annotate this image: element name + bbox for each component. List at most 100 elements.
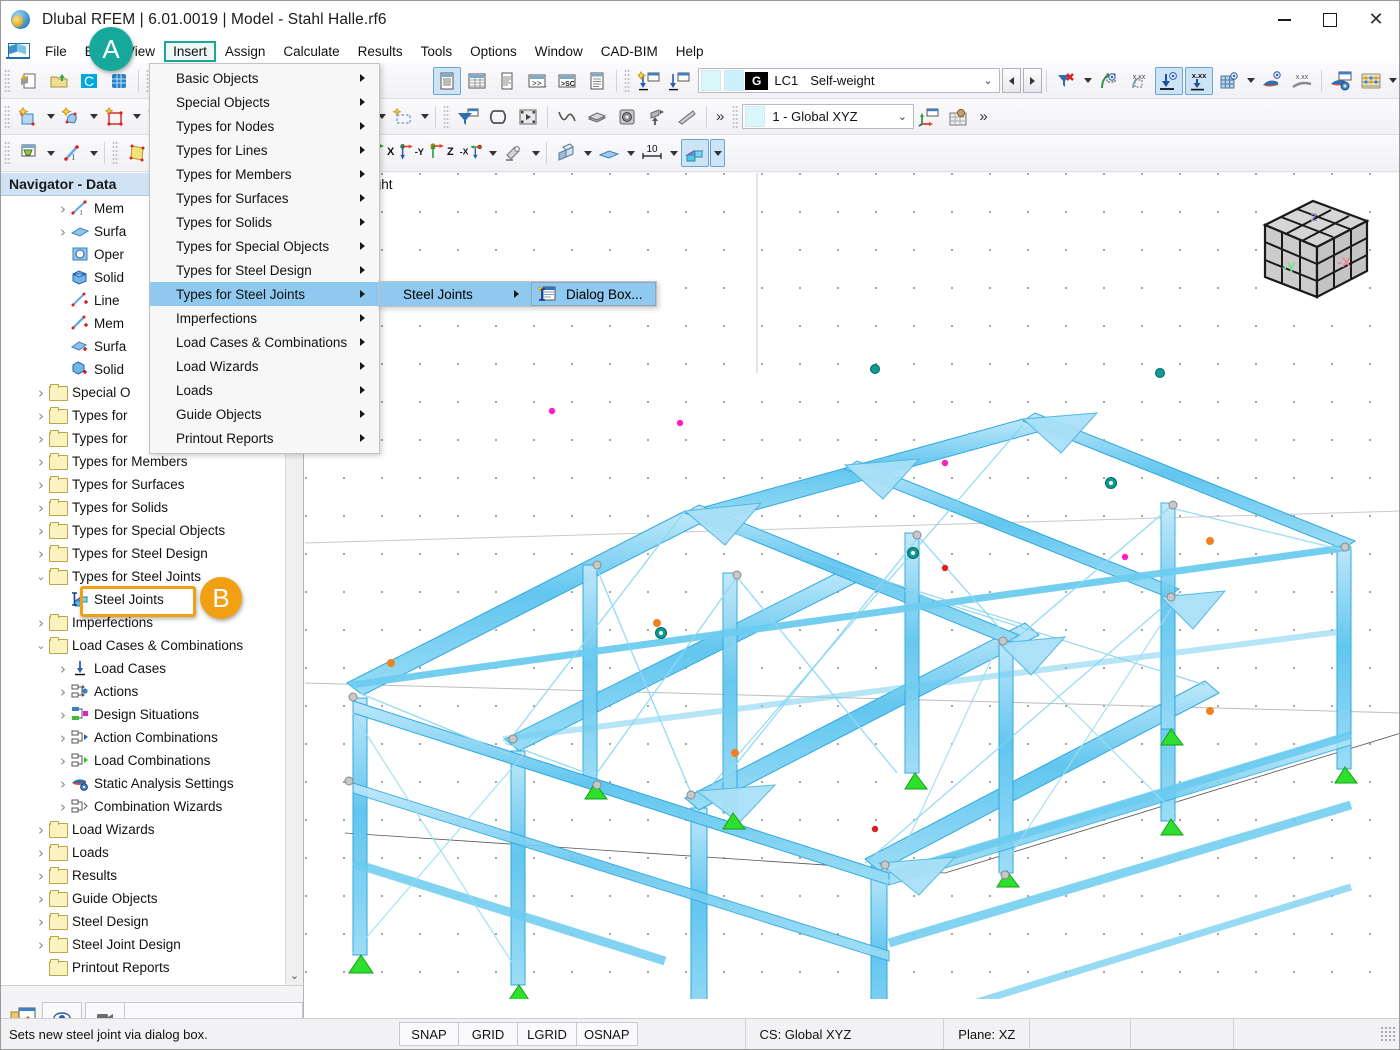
tree-expand-icon[interactable]: › (33, 476, 49, 494)
insert-menu-item-loads[interactable]: Loads (150, 378, 379, 402)
show-result-values-button[interactable]: x.xx (1288, 67, 1316, 95)
show-loads-button[interactable] (1155, 66, 1183, 95)
status-toggle-grid[interactable]: GRID (458, 1022, 518, 1046)
toolbar-overflow-chevron-2[interactable]: » (974, 108, 992, 125)
tree-expand-icon[interactable]: › (55, 223, 71, 241)
tree-item-actions[interactable]: › Actions (1, 680, 286, 703)
tree-expand-icon[interactable]: › (33, 499, 49, 517)
new-surface-button[interactable] (15, 103, 43, 131)
insert-menu-item-basic-objects[interactable]: Basic Objects (150, 66, 379, 90)
tree-item-action-combinations[interactable]: › Action Combinations (1, 726, 286, 749)
toolbar-grip-8[interactable] (112, 141, 119, 165)
result-curve-button[interactable] (553, 103, 581, 131)
cs-axes-button[interactable] (915, 103, 943, 131)
new-load-case-button[interactable] (635, 67, 663, 95)
tree-expand-icon[interactable]: › (33, 614, 49, 632)
tree-expand-icon[interactable]: › (55, 683, 71, 701)
tree-expand-icon[interactable]: › (33, 936, 49, 954)
tree-expand-icon[interactable]: › (33, 407, 49, 425)
tree-item-load-wizards[interactable]: › Load Wizards (1, 818, 286, 841)
tree-item-load-combinations[interactable]: › Load Combinations (1, 749, 286, 772)
load-case-prev-button[interactable] (1002, 68, 1021, 93)
tree-item-steel-joint-design[interactable]: › Steel Joint Design (1, 933, 286, 956)
insert-menu-item-load-wizards[interactable]: Load Wizards (150, 354, 379, 378)
insert-menu-item-types-for-steel-design[interactable]: Types for Steel Design (150, 258, 379, 282)
report-list-button[interactable] (493, 67, 521, 95)
tree-item-printout-reports[interactable]: Printout Reports (1, 956, 286, 979)
toolbar-grip-7[interactable] (4, 141, 11, 165)
open-model-button[interactable] (45, 67, 73, 95)
cloud-storage-button[interactable]: C (75, 67, 103, 95)
tree-item-types-for-solids[interactable]: › Types for Solids (1, 496, 286, 519)
filter-objects-button[interactable] (454, 103, 482, 131)
toolbar-overflow-chevron[interactable]: » (711, 108, 729, 125)
zoom-tool-button[interactable] (500, 139, 528, 167)
insert-dropdown-menu[interactable]: Basic Objects Special Objects Types for No… (149, 63, 380, 454)
view-in-z-button[interactable]: Z (427, 139, 455, 167)
view-direction-dropdown[interactable] (486, 140, 499, 166)
maximize-button[interactable] (1307, 1, 1353, 39)
resize-grip[interactable] (1380, 1026, 1396, 1042)
menu-insert[interactable]: Insert (164, 40, 216, 62)
calculation-diagram-button[interactable] (1357, 67, 1385, 95)
tree-expand-icon[interactable]: › (33, 522, 49, 540)
insert-menu-item-types-for-members[interactable]: Types for Members (150, 162, 379, 186)
tree-expand-icon[interactable]: › (55, 798, 71, 816)
submenu-item-dialog-box[interactable]: Dialog Box... (531, 282, 656, 306)
new-solid-button[interactable] (58, 103, 86, 131)
show-deformation-button[interactable] (1095, 67, 1123, 95)
display-model-dropdown[interactable] (581, 140, 594, 166)
filter-delete-button[interactable] (1052, 67, 1080, 95)
zoom-tool-dropdown[interactable] (529, 140, 542, 166)
view-in-minus-x-button[interactable]: -X (457, 139, 485, 167)
insert-menu-item-types-for-surfaces[interactable]: Types for Surfaces (150, 186, 379, 210)
display-model-button[interactable] (552, 139, 580, 167)
tree-item-types-for-steel-design[interactable]: › Types for Steel Design (1, 542, 286, 565)
dimension-10-button[interactable]: 10 (638, 139, 666, 167)
new-solid-dropdown[interactable] (87, 104, 100, 130)
status-toggle-lgrid[interactable]: LGRID (517, 1022, 577, 1046)
menu-cad-bim[interactable]: CAD-BIM (592, 41, 667, 62)
toolbar-grip-3[interactable] (624, 68, 631, 93)
menu-assign[interactable]: Assign (216, 41, 275, 62)
coordinate-system-combo[interactable]: 1 - Global XYZ ⌄ (742, 104, 915, 129)
new-selection-dropdown[interactable] (418, 104, 431, 130)
display-plane-dropdown[interactable] (624, 140, 637, 166)
load-case-chevron-down-icon[interactable]: ⌄ (977, 74, 999, 87)
result-settings-button[interactable] (1327, 67, 1355, 95)
new-line-load-button[interactable]: I (58, 139, 86, 167)
script-console-button[interactable]: >SC (553, 67, 581, 95)
tree-item-combination-wizards[interactable]: › Combination Wizards (1, 795, 286, 818)
status-toggle-osnap[interactable]: OSNAP (576, 1022, 638, 1046)
slab-view-button[interactable] (583, 103, 611, 131)
calculation-diagram-dropdown[interactable] (1386, 68, 1399, 94)
tree-expand-icon[interactable]: › (33, 384, 49, 402)
tree-expand-icon[interactable]: › (55, 660, 71, 678)
menu-options[interactable]: Options (461, 41, 526, 62)
insert-menu-item-imperfections[interactable]: Imperfections (150, 306, 379, 330)
tree-expand-icon[interactable]: › (33, 545, 49, 563)
new-surface-dropdown[interactable] (44, 104, 57, 130)
new-selection-button[interactable] (389, 103, 417, 131)
tree-item-types-for-special-objects[interactable]: › Types for Special Objects (1, 519, 286, 542)
toolbar-grip-4[interactable] (4, 104, 11, 129)
insert-menu-item-types-for-solids[interactable]: Types for Solids (150, 210, 379, 234)
menu-help[interactable]: Help (667, 41, 713, 62)
show-sections-button[interactable] (681, 139, 709, 167)
toolbar-grip[interactable] (4, 68, 11, 93)
tree-expand-icon[interactable]: › (55, 752, 71, 770)
cs-chevron-down-icon[interactable]: ⌄ (891, 110, 913, 123)
status-toggle-snap[interactable]: SNAP (399, 1022, 459, 1046)
load-case-combo[interactable]: G LC1 Self-weight ⌄ (698, 68, 1000, 93)
info-list-button[interactable] (583, 67, 611, 95)
tree-expand-icon[interactable]: › (33, 430, 49, 448)
render-view-button[interactable] (613, 103, 641, 131)
new-opening-button[interactable] (101, 103, 129, 131)
minimize-button[interactable] (1261, 1, 1307, 39)
steel-joints-submenu[interactable]: Steel Joints Dialog Box... (378, 281, 657, 307)
navigator-scroll-down-icon[interactable]: ⌄ (286, 966, 303, 985)
menu-file[interactable]: File (36, 41, 76, 62)
menu-calculate[interactable]: Calculate (274, 41, 348, 62)
tree-expand-icon[interactable]: › (33, 890, 49, 908)
tables-grid-button[interactable] (463, 67, 491, 95)
